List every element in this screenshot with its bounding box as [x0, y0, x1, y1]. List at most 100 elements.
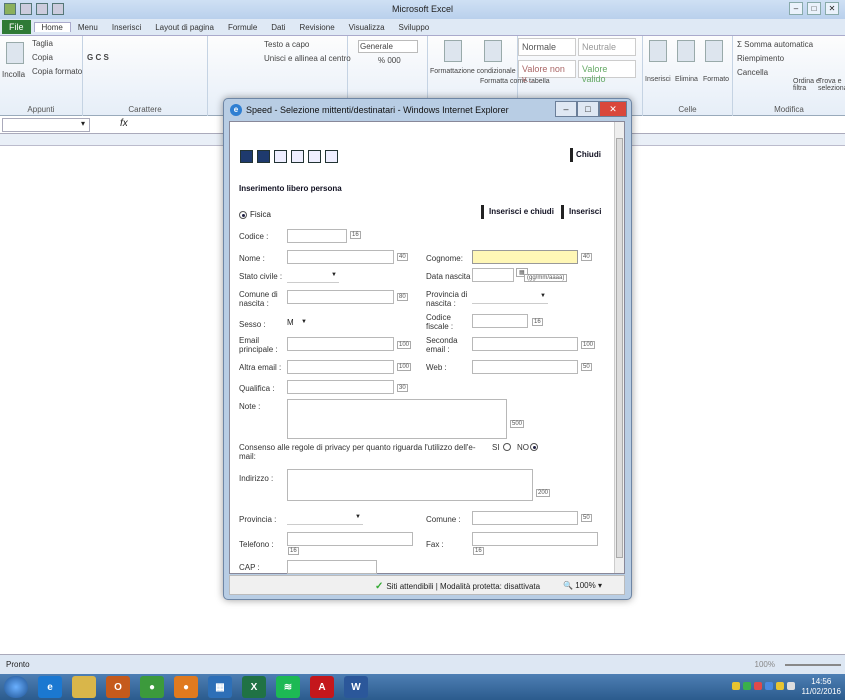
testo-a-capo-button[interactable]: Testo a capo: [264, 40, 309, 49]
tab-sviluppo[interactable]: Sviluppo: [392, 23, 437, 32]
provincia-select[interactable]: [287, 511, 363, 525]
start-button[interactable]: [4, 676, 28, 698]
tab-revisione[interactable]: Revisione: [293, 23, 342, 32]
delete-cells-icon[interactable]: [677, 40, 695, 62]
style-neutrale[interactable]: Neutrale: [578, 38, 636, 56]
inserisci-chiudi-button[interactable]: Inserisci e chiudi: [481, 205, 559, 219]
indirizzo-textarea[interactable]: [287, 469, 533, 501]
comune-nascita-input[interactable]: [287, 290, 394, 304]
close-button[interactable]: ✕: [825, 2, 839, 15]
seconda-email-input[interactable]: [472, 337, 578, 351]
note-textarea[interactable]: [287, 399, 507, 439]
formattazione-button[interactable]: Formattazione condizionale: [430, 68, 516, 75]
style-valore-non[interactable]: Valore non v...: [518, 60, 576, 84]
calendar-icon[interactable]: [308, 150, 321, 163]
font-style-buttons[interactable]: G C S: [87, 53, 109, 62]
calculator-taskbar-icon[interactable]: ▦: [208, 676, 232, 698]
chrome-taskbar-icon[interactable]: ●: [140, 676, 164, 698]
acrobat-taskbar-icon[interactable]: A: [310, 676, 334, 698]
ie-zoom[interactable]: 🔍 100% ▾: [563, 581, 602, 590]
maximize-button[interactable]: □: [807, 2, 821, 15]
tray-icon[interactable]: [732, 682, 740, 690]
unisci-button[interactable]: Unisci e allinea al centro: [264, 54, 351, 63]
percent-buttons[interactable]: % 000: [378, 56, 401, 65]
style-normale[interactable]: Normale: [518, 38, 576, 56]
tab-menu[interactable]: Menu: [71, 23, 105, 32]
ie-close-button[interactable]: ✕: [599, 101, 627, 117]
volume-icon[interactable]: [787, 682, 795, 690]
format-cells-icon[interactable]: [705, 40, 723, 62]
elimina-cells-button[interactable]: Elimina: [675, 76, 698, 83]
name-box[interactable]: ▾: [2, 118, 90, 132]
nome-input[interactable]: [287, 250, 394, 264]
minimize-button[interactable]: –: [789, 2, 803, 15]
altra-email-input[interactable]: [287, 360, 394, 374]
tab-inserisci[interactable]: Inserisci: [105, 23, 148, 32]
contact-card-icon[interactable]: [257, 150, 270, 163]
security-zone[interactable]: ✓ Siti attendibili | Modalità protetta: d…: [375, 581, 540, 592]
riempimento-button[interactable]: Riempimento: [737, 54, 784, 63]
somma-button[interactable]: Σ Somma automatica: [737, 40, 813, 49]
fax-input[interactable]: [472, 532, 598, 546]
chiudi-button[interactable]: Chiudi: [570, 148, 604, 162]
tab-file[interactable]: File: [2, 20, 31, 34]
ie-minimize-button[interactable]: –: [555, 101, 577, 117]
fisica-radio[interactable]: Fisica: [239, 210, 271, 219]
clock[interactable]: 14:56 11/02/2016: [802, 677, 841, 697]
document-icon[interactable]: [291, 150, 304, 163]
cancella-button[interactable]: Cancella: [737, 68, 768, 77]
tray-icon[interactable]: [765, 682, 773, 690]
cognome-input[interactable]: [472, 250, 578, 264]
ie-maximize-button[interactable]: □: [577, 101, 599, 117]
tray-icon[interactable]: [754, 682, 762, 690]
inserisci-cells-button[interactable]: Inserisci: [645, 76, 671, 83]
fx-icon[interactable]: fx: [120, 118, 128, 129]
tab-home[interactable]: Home: [33, 22, 71, 32]
style-valore-valido[interactable]: Valore valido: [578, 60, 636, 84]
scroll-thumb[interactable]: [616, 138, 623, 558]
tray-icon[interactable]: [743, 682, 751, 690]
formato-cells-button[interactable]: Formato: [703, 76, 729, 83]
ie-taskbar-icon[interactable]: e: [38, 676, 62, 698]
copia-formato-button[interactable]: Copia formato: [32, 67, 82, 76]
comune-input[interactable]: [472, 511, 578, 525]
vertical-scrollbar[interactable]: [614, 122, 624, 573]
taglia-button[interactable]: Taglia: [32, 39, 53, 48]
copia-button[interactable]: Copia: [32, 53, 53, 62]
tab-formule[interactable]: Formule: [221, 23, 264, 32]
tray-icon[interactable]: [776, 682, 784, 690]
format-table-icon[interactable]: [484, 40, 502, 62]
incolla-button[interactable]: Incolla: [2, 70, 25, 79]
outlook-taskbar-icon[interactable]: O: [106, 676, 130, 698]
tab-layout[interactable]: Layout di pagina: [148, 23, 221, 32]
copy-icon[interactable]: [325, 150, 338, 163]
tab-dati[interactable]: Dati: [264, 23, 292, 32]
conditional-format-icon[interactable]: [444, 40, 462, 62]
trova-button[interactable]: Trova e seleziona: [818, 78, 845, 92]
excel-taskbar-icon[interactable]: X: [242, 676, 266, 698]
privacy-si-radio[interactable]: [503, 443, 511, 451]
word-taskbar-icon[interactable]: W: [344, 676, 368, 698]
firefox-taskbar-icon[interactable]: ●: [174, 676, 198, 698]
spotify-taskbar-icon[interactable]: ≋: [276, 676, 300, 698]
codice-fiscale-input[interactable]: [472, 314, 528, 328]
group-icon[interactable]: [274, 150, 287, 163]
data-nascita-input[interactable]: [472, 268, 514, 282]
zoom-slider[interactable]: [785, 664, 841, 666]
codice-input[interactable]: [287, 229, 347, 243]
number-format-select[interactable]: Generale: [358, 40, 418, 53]
cap-input[interactable]: [287, 560, 377, 574]
email-input[interactable]: [287, 337, 394, 351]
web-input[interactable]: [472, 360, 578, 374]
provincia-nascita-select[interactable]: [472, 290, 548, 304]
explorer-taskbar-icon[interactable]: [72, 676, 96, 698]
stato-civile-select[interactable]: [287, 269, 339, 283]
inserisci-button[interactable]: Inserisci: [561, 205, 611, 219]
sesso-select[interactable]: M: [287, 316, 309, 330]
paste-icon[interactable]: [6, 42, 24, 64]
insert-cells-icon[interactable]: [649, 40, 667, 62]
address-book-icon[interactable]: [240, 150, 253, 163]
qualifica-input[interactable]: [287, 380, 394, 394]
tab-visualizza[interactable]: Visualizza: [342, 23, 392, 32]
telefono-input[interactable]: [287, 532, 413, 546]
